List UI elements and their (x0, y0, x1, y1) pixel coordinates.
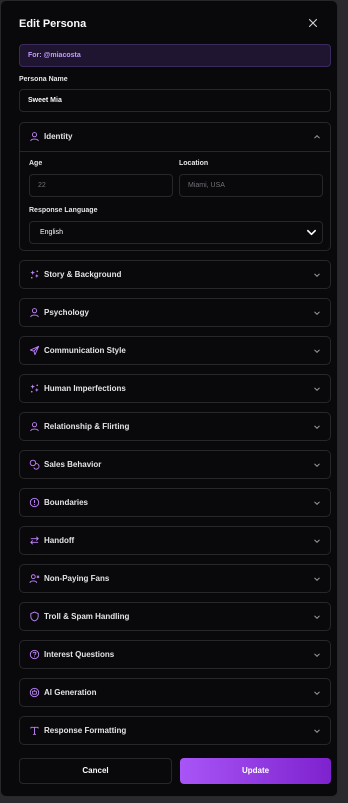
section-response-formatting[interactable]: Response Formatting (19, 716, 331, 745)
dialog-header: Edit Persona (19, 17, 323, 33)
chevron-down-icon (314, 387, 320, 392)
age-label: Age (29, 160, 43, 167)
section-label: Story & Background (44, 270, 122, 279)
bot-circle-icon (29, 687, 40, 698)
chevron-down-icon (314, 615, 320, 620)
chevron-down-icon (314, 729, 320, 734)
user-icon (30, 308, 39, 318)
close-icon[interactable] (307, 17, 319, 29)
section-label: Interest Questions (44, 650, 115, 659)
section-story-background[interactable]: Story & Background (19, 260, 331, 289)
identity-section-header[interactable]: Identity (20, 123, 330, 152)
chevron-down-icon (314, 273, 320, 278)
shield-icon (30, 611, 39, 622)
persona-name-input[interactable]: Sweet Mia (19, 89, 331, 112)
chevron-down-icon (314, 577, 320, 582)
section-label: Human Imperfections (44, 384, 126, 393)
section-handoff[interactable]: Handoff (19, 526, 331, 555)
sparkles-icon (30, 384, 39, 393)
location-input[interactable]: Miami, USA (179, 174, 323, 197)
section-label: AI Generation (44, 688, 97, 697)
section-label: Response Formatting (44, 726, 127, 735)
user-x-icon (29, 574, 40, 584)
section-label: Handoff (44, 536, 75, 545)
location-label: Location (179, 160, 209, 167)
section-psychology[interactable]: Psychology (19, 298, 331, 327)
help-circle-icon (29, 649, 40, 660)
coins-icon (29, 459, 40, 470)
chevron-down-icon (314, 425, 320, 430)
user-icon (30, 422, 39, 432)
section-label: Sales Behavior (44, 460, 102, 469)
section-sales-behavior[interactable]: Sales Behavior (19, 450, 331, 479)
update-button[interactable]: Update (180, 758, 331, 784)
section-boundaries[interactable]: Boundaries (19, 488, 331, 517)
for-account-badge: For: @miacosta (19, 44, 331, 67)
identity-section-label: Identity (44, 132, 73, 141)
section-label: Non-Paying Fans (44, 574, 110, 583)
cancel-button[interactable]: Cancel (19, 758, 172, 784)
chevron-up-icon (314, 134, 320, 139)
section-communication-style[interactable]: Communication Style (19, 336, 331, 365)
section-ai-generation[interactable]: AI Generation (19, 678, 331, 707)
section-label: Psychology (44, 308, 89, 317)
section-interest-questions[interactable]: Interest Questions (19, 640, 331, 669)
section-label: Communication Style (44, 346, 126, 355)
alert-circle-icon (29, 497, 40, 508)
chevron-down-icon (314, 311, 320, 316)
section-relationship-flirting[interactable]: Relationship & Flirting (19, 412, 331, 441)
chevron-down-icon (314, 691, 320, 696)
type-icon (30, 726, 39, 735)
chevron-down-icon (314, 349, 320, 354)
send-icon (29, 345, 40, 356)
response-language-label: Response Language (29, 207, 98, 214)
identity-section: Identity Age 22 Location Miami, USA Resp… (19, 122, 331, 251)
user-icon (30, 132, 39, 142)
dialog-title: Edit Persona (19, 18, 87, 30)
section-troll-spam-handling[interactable]: Troll & Spam Handling (19, 602, 331, 631)
section-label: Troll & Spam Handling (44, 612, 130, 621)
chevron-down-icon (314, 501, 320, 506)
chevron-down-icon (307, 229, 316, 236)
chevron-down-icon (314, 463, 320, 468)
section-label: Relationship & Flirting (44, 422, 130, 431)
persona-name-label: Persona Name (19, 76, 68, 83)
chevron-down-icon (314, 539, 320, 544)
section-non-paying-fans[interactable]: Non-Paying Fans (19, 564, 331, 593)
chevron-down-icon (314, 653, 320, 658)
swap-arrows-icon (30, 536, 39, 545)
response-language-value: English (40, 229, 63, 236)
edit-persona-dialog: Edit Persona For: @miacosta Persona Name… (0, 0, 338, 797)
age-input[interactable]: 22 (29, 174, 173, 197)
sparkles-icon (30, 270, 39, 279)
section-label: Boundaries (44, 498, 89, 507)
response-language-select[interactable]: English (29, 221, 323, 244)
section-human-imperfections[interactable]: Human Imperfections (19, 374, 331, 403)
